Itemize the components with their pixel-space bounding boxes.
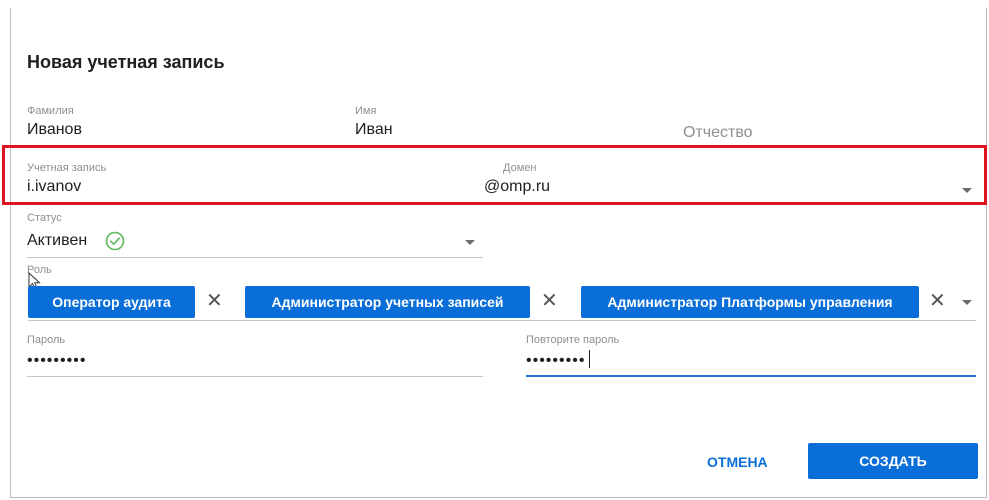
domain-dropdown-icon[interactable] — [962, 188, 972, 193]
remove-chip-icon[interactable]: ✕ — [206, 291, 223, 311]
role-chip-platform-admin[interactable]: Администратор Платформы управления — [581, 286, 919, 318]
status-label: Статус — [27, 212, 62, 224]
create-button[interactable]: СОЗДАТЬ — [808, 443, 978, 479]
password-field[interactable]: ••••••••• — [27, 352, 86, 370]
role-underline — [28, 320, 976, 321]
status-select[interactable]: Активен — [27, 232, 87, 250]
domain-select[interactable]: @omp.ru — [484, 178, 550, 196]
password-repeat-underline — [526, 375, 976, 377]
role-chip-audit-operator[interactable]: Оператор аудита — [28, 286, 195, 318]
remove-chip-icon[interactable]: ✕ — [929, 291, 946, 311]
account-label: Учетная запись — [27, 162, 107, 174]
role-dropdown-icon[interactable] — [962, 300, 972, 305]
password-repeat-field[interactable]: ••••••••• — [526, 352, 585, 370]
password-underline — [27, 376, 483, 377]
cancel-button[interactable]: ОТМЕНА — [707, 454, 768, 470]
check-circle-icon — [105, 231, 125, 251]
last-name-label: Фамилия — [27, 105, 74, 117]
text-cursor — [589, 350, 590, 368]
first-name-field[interactable]: Иван — [355, 121, 393, 139]
status-underline — [27, 257, 483, 258]
dialog-title: Новая учетная запись — [27, 52, 225, 72]
patronymic-field[interactable]: Отчество — [683, 124, 753, 142]
last-name-field[interactable]: Иванов — [27, 121, 82, 139]
account-field[interactable]: i.ivanov — [27, 178, 81, 196]
status-dropdown-icon[interactable] — [465, 240, 475, 245]
password-repeat-label: Повторите пароль — [526, 334, 620, 346]
first-name-label: Имя — [355, 105, 377, 117]
new-account-dialog — [10, 8, 987, 498]
domain-label: Домен — [503, 162, 537, 174]
account-highlight-box — [2, 145, 987, 205]
role-chip-account-admin[interactable]: Администратор учетных записей — [245, 286, 530, 318]
password-label: Пароль — [27, 334, 66, 346]
remove-chip-icon[interactable]: ✕ — [541, 291, 558, 311]
